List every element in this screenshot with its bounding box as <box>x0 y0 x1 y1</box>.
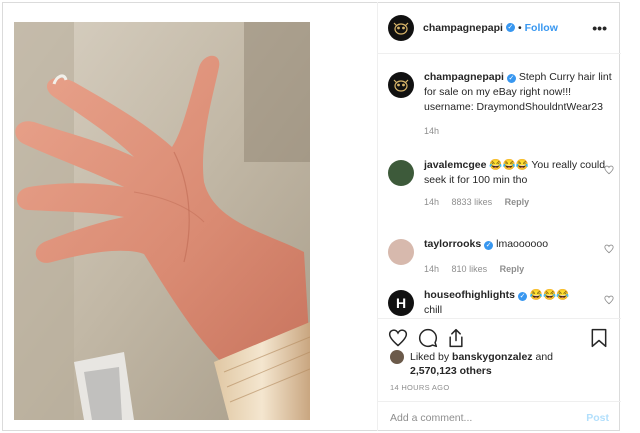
more-options-icon[interactable]: ••• <box>592 20 607 36</box>
heart-icon[interactable] <box>604 295 614 305</box>
caption-row: champagnepapi ✓ Steph Curry hair lint for… <box>388 70 614 139</box>
comment-username[interactable]: taylorrooks <box>424 238 481 250</box>
avatar[interactable] <box>388 239 414 265</box>
comment-meta: 14h 810 likes Reply <box>424 262 614 277</box>
post-photo[interactable] <box>14 22 310 420</box>
verified-badge-icon: ✓ <box>518 292 527 301</box>
post-header: champagnepapi ✓ • Follow ••• <box>378 2 621 54</box>
share-icon[interactable] <box>446 328 466 348</box>
avatar[interactable] <box>388 160 414 186</box>
comment-username[interactable]: javalemcgee <box>424 159 486 171</box>
bookmark-icon[interactable] <box>589 328 609 348</box>
likes-count[interactable]: 2,570,123 others <box>410 365 492 377</box>
header-username[interactable]: champagnepapi <box>423 22 503 34</box>
heart-icon[interactable] <box>604 165 614 175</box>
caption-meta: 14h <box>424 124 614 139</box>
caption-username[interactable]: champagnepapi <box>424 71 504 83</box>
comment-row: taylorrooks ✓ lmaoooooo 14h 810 likes Rep… <box>388 237 614 277</box>
verified-badge-icon: ✓ <box>484 241 494 250</box>
verified-badge-icon: ✓ <box>506 74 516 83</box>
follow-button[interactable]: Follow <box>525 22 558 34</box>
caption-time[interactable]: 14h <box>424 126 439 136</box>
caption-body: champagnepapi ✓ Steph Curry hair lint for… <box>424 70 614 139</box>
reply-button[interactable]: Reply <box>500 264 525 274</box>
comment-time[interactable]: 14h <box>424 197 439 207</box>
reply-button[interactable]: Reply <box>505 197 530 207</box>
likes-text: Liked by banskygonzalez and 2,570,123 ot… <box>410 350 553 378</box>
comment-icon[interactable] <box>418 328 438 348</box>
avatar[interactable] <box>388 14 414 41</box>
avatar[interactable] <box>388 72 414 98</box>
heart-icon[interactable] <box>388 328 408 348</box>
comment-row: H houseofhighlights ✓ 😂😂😂 chill <box>388 288 614 318</box>
separator-dot: • <box>517 21 522 34</box>
verified-badge-icon: ✓ <box>505 23 515 32</box>
comment-text: 😂😂😂 <box>529 289 570 301</box>
likes-summary: Liked by banskygonzalez and 2,570,123 ot… <box>390 350 615 378</box>
post-button[interactable]: Post <box>586 412 609 424</box>
comment-input[interactable]: Add a comment... <box>390 412 472 424</box>
avatar[interactable]: H <box>388 290 414 316</box>
likes-prefix: Liked by <box>410 351 450 363</box>
avatar[interactable] <box>390 350 404 364</box>
comment-likes[interactable]: 8833 likes <box>452 197 493 207</box>
owl-logo-icon <box>393 22 409 35</box>
comment-time[interactable]: 14h <box>424 264 439 274</box>
comment-row: javalemcgee 😂😂😂 You really could seek it… <box>388 158 614 210</box>
comment-text: lmaoooooo <box>496 238 549 250</box>
owl-logo-icon <box>393 79 409 92</box>
comment-username[interactable]: houseofhighlights <box>424 289 515 301</box>
comment-text-continued: chill <box>424 304 443 316</box>
likes-user[interactable]: banskygonzalez <box>452 351 533 363</box>
hand-photo <box>14 22 310 420</box>
action-bar <box>378 318 621 354</box>
comment-body: houseofhighlights ✓ 😂😂😂 chill <box>424 288 614 318</box>
likes-and: and <box>535 351 554 363</box>
post-sidebar: champagnepapi ✓ • Follow ••• champagnepa… <box>377 2 621 431</box>
comment-likes[interactable]: 810 likes <box>452 264 488 274</box>
add-comment-bar: Add a comment... Post <box>378 401 621 431</box>
comment-body: javalemcgee 😂😂😂 You really could seek it… <box>424 158 614 210</box>
heart-icon[interactable] <box>604 244 614 254</box>
comments-list[interactable]: champagnepapi ✓ Steph Curry hair lint for… <box>378 54 621 318</box>
post-time-ago[interactable]: 14 HOURS AGO <box>390 383 449 392</box>
comment-meta: 14h 8833 likes Reply <box>424 195 614 210</box>
comment-body: taylorrooks ✓ lmaoooooo 14h 810 likes Rep… <box>424 237 614 277</box>
